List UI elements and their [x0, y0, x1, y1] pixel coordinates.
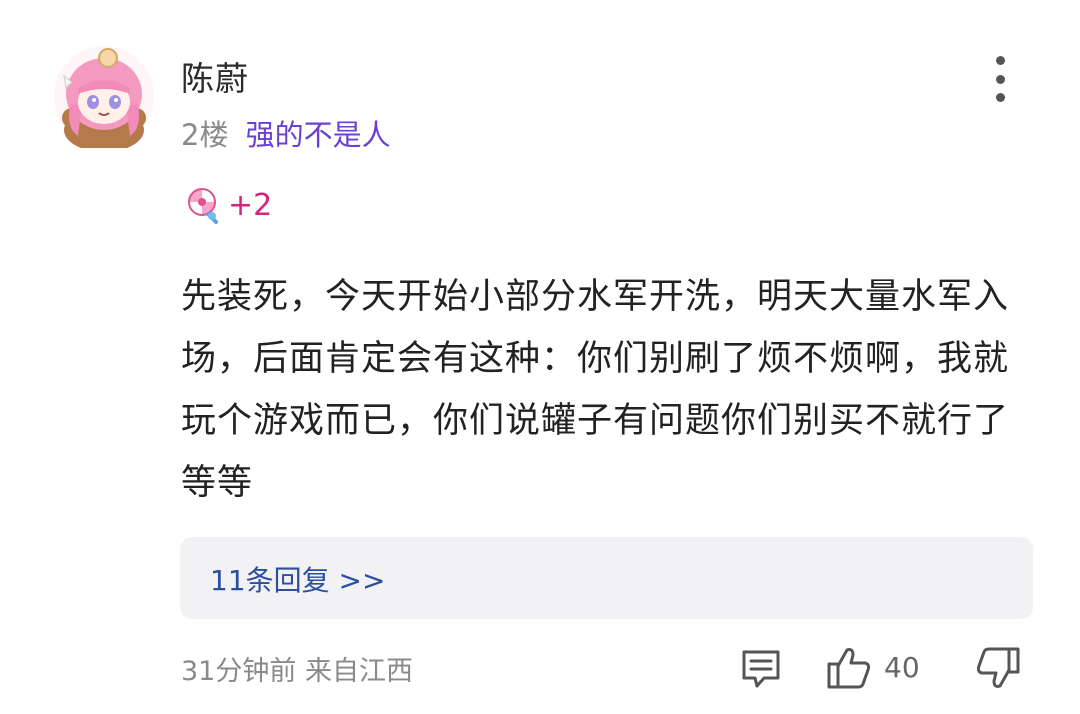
comment-icon	[742, 650, 780, 688]
view-replies-link[interactable]: 11条回复 >>	[210, 559, 385, 599]
user-title-badge[interactable]: 强的不是人	[246, 118, 391, 152]
user-avatar[interactable]	[52, 44, 156, 152]
reply-button[interactable]	[740, 648, 782, 690]
more-vertical-icon	[995, 56, 1005, 65]
lollipop-icon	[188, 188, 218, 224]
thumbs-up-icon	[827, 648, 871, 689]
floor-number: 2楼	[181, 118, 229, 152]
replies-link-box[interactable]: 11条回复 >>	[180, 537, 1033, 619]
anime-girl-avatar-icon	[54, 46, 154, 152]
more-options-button[interactable]	[985, 56, 1015, 102]
gift-row[interactable]: +2	[186, 186, 272, 224]
timestamp-location: 31分钟前 来自江西	[181, 656, 413, 687]
like-button[interactable]	[826, 646, 872, 690]
username[interactable]: 陈蔚	[181, 52, 249, 100]
gift-count: +2	[228, 187, 273, 223]
comment-content: 先装死，今天开始小部分水军开洗，明天大量水军入场，后面肯定会有这种：你们别刷了烦…	[181, 277, 1010, 503]
comment-meta: 2楼 强的不是人	[181, 112, 391, 154]
dislike-button[interactable]	[975, 646, 1021, 690]
comment-card: 陈蔚 2楼 强的不是人 +2 先装死，今天开始小部分水军开洗，明天大量水军入场，…	[0, 0, 1080, 714]
like-count: 40	[884, 651, 920, 684]
thumbs-down-icon	[976, 647, 1020, 688]
